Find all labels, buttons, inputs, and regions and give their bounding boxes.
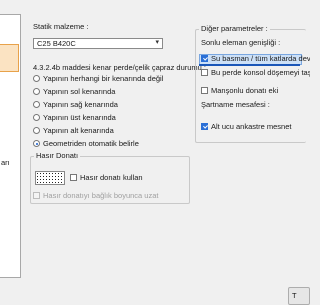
radio-label: Geometriden otomatik belirle	[43, 139, 139, 148]
radio-indicator	[33, 88, 40, 95]
left-list-selected-item[interactable]	[0, 44, 19, 72]
check-icon	[201, 123, 208, 130]
hasir-extend-checkbox[interactable]: Hasır donatıyı bağlık boyunca uzat	[33, 191, 159, 200]
other-params-title: Diğer parametreler :	[199, 24, 270, 33]
radio-label: Yapının alt kenarında	[43, 126, 114, 135]
radio-right-edge[interactable]: Yapının sağ kenarında	[33, 100, 118, 109]
sartname-label: Şartname mesafesi :	[201, 100, 270, 109]
check-icon	[201, 55, 208, 62]
ok-button-label: T	[292, 291, 297, 300]
radio-label: Yapının üst kenarında	[43, 113, 116, 122]
checkbox-indicator	[201, 87, 208, 94]
static-material-combobox[interactable]: C25 B420C ▾	[33, 38, 163, 49]
radio-auto-geometry[interactable]: Geometriden otomatik belirle	[33, 139, 139, 148]
checkbox-label: Su basman / tüm katlarda deva	[211, 54, 310, 63]
hasir-group-title: Hasır Donatı	[34, 151, 81, 160]
radio-indicator	[33, 101, 40, 108]
radio-left-edge[interactable]: Yapının sol kenarında	[33, 87, 115, 96]
cantilever-slab-checkbox[interactable]: Bu perde konsol döşemeyi taşıy	[201, 68, 310, 77]
checkbox-label: Hasır donatı kullan	[80, 173, 143, 182]
selection-underline	[199, 64, 300, 66]
edge-rules-title: 4.3.2.4b maddesi kenar perde/çelik çapra…	[33, 63, 207, 72]
checkbox-indicator	[70, 174, 77, 181]
basement-all-floors-checkbox[interactable]: Su basman / tüm katlarda deva	[201, 54, 310, 63]
hasir-use-checkbox[interactable]: Hasır donatı kullan	[70, 173, 143, 182]
ok-button[interactable]: T	[288, 287, 310, 305]
radio-label: Yapının sağ kenarında	[43, 100, 118, 109]
radio-label: Yapının sol kenarında	[43, 87, 116, 96]
radio-indicator-checked	[33, 140, 40, 147]
radio-top-edge[interactable]: Yapının üst kenarında	[33, 113, 116, 122]
checkbox-indicator	[201, 69, 208, 76]
radio-indicator	[33, 127, 40, 134]
alt-ucu-checkbox[interactable]: Alt ucu ankastre mesnet	[201, 122, 291, 131]
mesh-pattern-icon	[35, 171, 65, 185]
static-material-label: Statik malzeme :	[33, 22, 89, 31]
checkbox-label: Manşonlu donatı eki	[211, 86, 279, 95]
mansonlu-checkbox[interactable]: Manşonlu donatı eki	[201, 86, 278, 95]
checkbox-label: Hasır donatıyı bağlık boyunca uzat	[43, 191, 159, 200]
radio-not-on-edge[interactable]: Yapının herhangi bir kenarında değil	[33, 74, 163, 83]
radio-bottom-edge[interactable]: Yapının alt kenarında	[33, 126, 114, 135]
static-material-value: C25 B420C	[37, 39, 76, 48]
left-list-text-fragment: arı	[1, 158, 10, 167]
checkbox-indicator	[33, 192, 40, 199]
chevron-down-icon: ▾	[155, 39, 159, 46]
end-level-label: Sonlu eleman genişliği :	[201, 38, 281, 47]
radio-indicator	[33, 75, 40, 82]
checkbox-label: Bu perde konsol döşemeyi taşıy	[211, 68, 310, 77]
radio-indicator	[33, 114, 40, 121]
radio-label: Yapının herhangi bir kenarında değil	[43, 74, 164, 83]
checkbox-label: Alt ucu ankastre mesnet	[211, 122, 292, 131]
